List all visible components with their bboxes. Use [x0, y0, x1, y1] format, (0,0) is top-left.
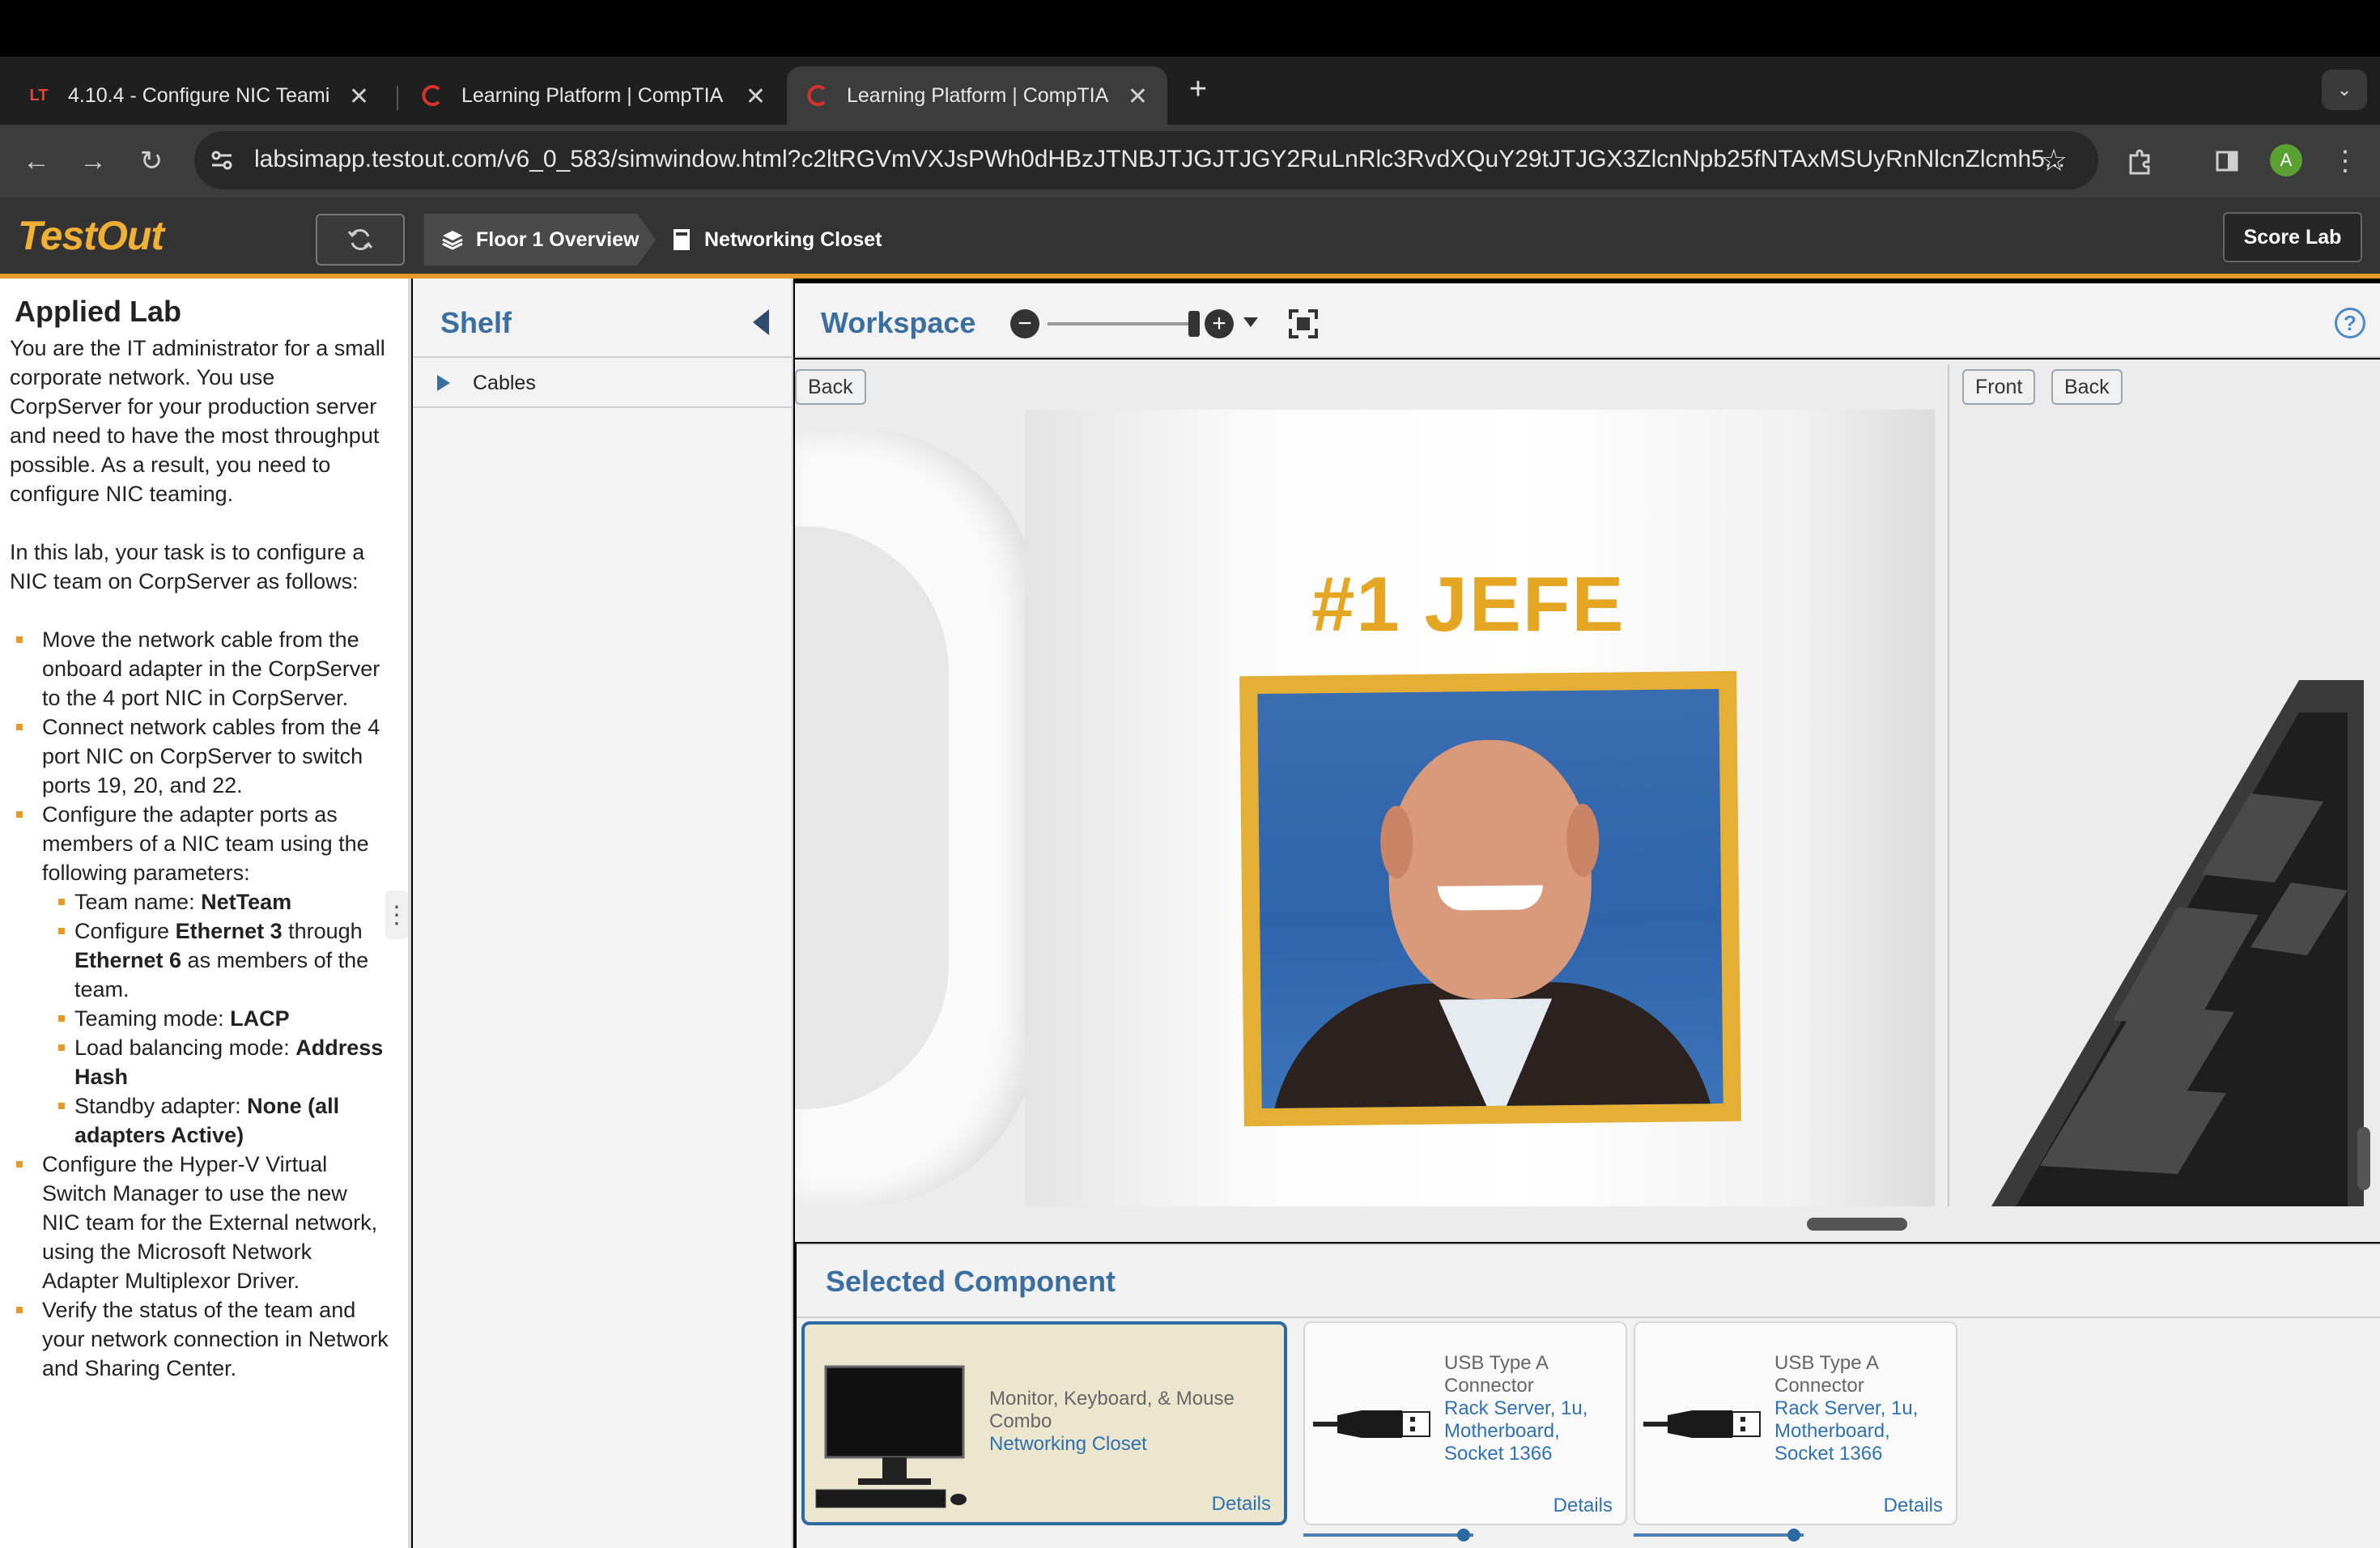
- bookmark-star-icon[interactable]: ☆: [2040, 142, 2068, 179]
- mug-text: #1 JEFE: [1311, 561, 1626, 648]
- list-item: Teaming mode: LACP: [42, 1004, 390, 1033]
- zoom-in-icon[interactable]: +: [1205, 309, 1234, 338]
- zoom-slider-handle[interactable]: [1188, 311, 1200, 337]
- list-item: Configure the adapter ports as members o…: [10, 800, 390, 1150]
- mug-photo: [1239, 670, 1741, 1127]
- usb-connector-icon: [1643, 1410, 1761, 1438]
- list-item: Configure Ethernet 3 through Ethernet 6 …: [42, 916, 390, 1004]
- workspace-title: Workspace: [821, 306, 976, 339]
- details-link[interactable]: Details: [1212, 1493, 1271, 1516]
- component-location[interactable]: Networking Closet: [989, 1433, 1264, 1456]
- card-slider-handle[interactable]: [1787, 1529, 1800, 1542]
- left-view-back-button[interactable]: Back: [795, 369, 866, 405]
- monitor-keyboard-mouse-icon: [815, 1365, 967, 1508]
- component-type: Monitor, Keyboard, & Mouse Combo: [989, 1388, 1235, 1432]
- component-location[interactable]: Rack Server, 1u, Motherboard, Socket 136…: [1444, 1397, 1622, 1465]
- expand-arrow-icon: [437, 375, 450, 391]
- lab-instructions: You are the IT administrator for a small…: [10, 334, 390, 1383]
- lab-title: Applied Lab: [15, 295, 181, 328]
- shelf-item-cables[interactable]: Cables: [413, 359, 793, 408]
- help-icon[interactable]: ?: [2335, 308, 2365, 338]
- details-link[interactable]: Details: [1884, 1495, 1943, 1517]
- kebab-menu-icon[interactable]: ⋮: [2325, 141, 2365, 181]
- back-arrow-icon[interactable]: ←: [16, 141, 57, 181]
- tab-configure-nic[interactable]: LT 4.10.4 - Configure NIC Teami ✕: [8, 66, 389, 125]
- workspace-horizontal-scrollbar[interactable]: [1807, 1218, 1907, 1231]
- shelf-panel: [413, 279, 793, 1548]
- zoom-slider[interactable]: [1048, 322, 1193, 325]
- layers-icon: [442, 231, 463, 250]
- refresh-icon: [347, 229, 373, 250]
- testout-logo: TestOut: [18, 213, 164, 258]
- breadcrumb-label: Floor 1 Overview: [476, 228, 640, 251]
- list-item: Load balancing mode: Address Hash: [42, 1033, 390, 1091]
- close-icon[interactable]: ✕: [1128, 83, 1148, 111]
- screen-top-bar: [0, 0, 2380, 57]
- rack-icon: [674, 229, 690, 250]
- breadcrumb-floor-overview[interactable]: Floor 1 Overview: [424, 214, 656, 266]
- tab-learning-platform-1[interactable]: Learning Platform | CompTIA ✕: [402, 66, 785, 125]
- tab-search-chevron-icon[interactable]: ⌄: [2322, 70, 2367, 110]
- component-card-monitor-combo[interactable]: Monitor, Keyboard, & Mouse Combo Network…: [801, 1321, 1287, 1525]
- score-lab-button[interactable]: Score Lab: [2223, 212, 2362, 262]
- comptia-favicon-icon: [806, 84, 829, 107]
- keyboard-image: [1991, 680, 2364, 1206]
- list-item: Team name: NetTeam: [42, 887, 390, 916]
- shelf-title: Shelf: [440, 306, 512, 339]
- fullscreen-icon[interactable]: [1287, 308, 1320, 340]
- panel-resize-handle[interactable]: ⋮: [385, 891, 409, 939]
- tab-title: Learning Platform | CompTIA: [461, 83, 724, 107]
- lab-intro: You are the IT administrator for a small…: [10, 336, 385, 506]
- testout-favicon-icon: LT: [29, 86, 49, 104]
- breadcrumb-label: Networking Closet: [704, 228, 882, 251]
- profile-avatar[interactable]: A: [2270, 144, 2302, 176]
- list-item: Verify the status of the team and your n…: [10, 1295, 390, 1383]
- usb-connector-icon: [1313, 1410, 1430, 1438]
- list-item: Move the network cable from the onboard …: [10, 625, 390, 712]
- list-item: Connect network cables from the 4 port N…: [10, 712, 390, 800]
- shelf-item-label: Cables: [473, 371, 536, 394]
- lab-task-intro: In this lab, your task is to configure a…: [10, 540, 365, 593]
- step-list: Move the network cable from the onboard …: [10, 625, 390, 1383]
- component-type: USB Type A Connector: [1774, 1352, 1878, 1397]
- workspace-vertical-scrollbar[interactable]: [2357, 1127, 2370, 1190]
- card-slider-handle[interactable]: [1457, 1529, 1470, 1542]
- reload-icon[interactable]: ↻: [131, 141, 172, 181]
- workspace-divider: [1948, 364, 1949, 1206]
- zoom-dropdown-icon[interactable]: [1243, 317, 1258, 327]
- tab-title: 4.10.4 - Configure NIC Teami: [68, 83, 330, 107]
- tab-title: Learning Platform | CompTIA: [847, 83, 1109, 107]
- mug-handle-opening: [795, 526, 949, 1109]
- collapse-left-icon[interactable]: [753, 309, 769, 335]
- tab-learning-platform-2[interactable]: Learning Platform | CompTIA ✕: [787, 66, 1167, 125]
- site-info-icon[interactable]: [207, 146, 236, 175]
- new-tab-plus-icon[interactable]: +: [1180, 71, 1216, 107]
- component-card-usb-a-2[interactable]: USB Type A Connector Rack Server, 1u, Mo…: [1634, 1321, 1957, 1525]
- component-card-usb-a-1[interactable]: USB Type A Connector Rack Server, 1u, Mo…: [1303, 1321, 1627, 1525]
- comptia-favicon-icon: [421, 84, 444, 107]
- list-item: Configure the Hyper-V Virtual Switch Man…: [10, 1150, 390, 1295]
- refresh-lab-button[interactable]: [316, 214, 405, 266]
- side-panel-icon[interactable]: [2207, 141, 2247, 181]
- component-location[interactable]: Rack Server, 1u, Motherboard, Socket 136…: [1774, 1397, 1953, 1465]
- card-slider-track: [1634, 1533, 1804, 1537]
- card-slider-track: [1303, 1533, 1473, 1537]
- zoom-out-icon[interactable]: −: [1010, 309, 1039, 338]
- list-item: Standby adapter: None (all adapters Acti…: [42, 1091, 390, 1150]
- component-type: USB Type A Connector: [1444, 1352, 1548, 1397]
- url-text[interactable]: labsimapp.testout.com/v6_0_583/simwindow…: [254, 146, 2065, 173]
- close-icon[interactable]: ✕: [349, 83, 369, 111]
- back-view-button[interactable]: Back: [2051, 369, 2123, 405]
- details-link[interactable]: Details: [1553, 1495, 1613, 1517]
- close-icon[interactable]: ✕: [746, 83, 766, 111]
- parameter-list: Team name: NetTeam Configure Ethernet 3 …: [42, 887, 390, 1150]
- forward-arrow-icon[interactable]: →: [73, 141, 113, 181]
- extensions-icon[interactable]: [2119, 141, 2160, 181]
- front-view-button[interactable]: Front: [1962, 369, 2036, 405]
- selected-component-title: Selected Component: [826, 1265, 1116, 1298]
- breadcrumb-networking-closet[interactable]: Networking Closet: [665, 214, 882, 266]
